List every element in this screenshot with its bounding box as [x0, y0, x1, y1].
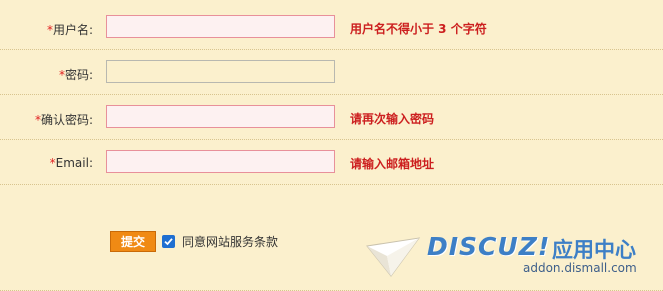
brand-name: DISCUZ! [427, 232, 551, 261]
brand-url: addon.dismall.com [523, 261, 637, 275]
email-row: *Email: 请输入邮箱地址 [0, 141, 663, 185]
agree-terms[interactable]: 同意网站服务条款 [162, 231, 278, 252]
confirm-password-label: *确认密码: [35, 111, 93, 128]
confirm-password-error: 请再次输入密码 [350, 112, 435, 126]
brand-cn-name: 应用中心 [552, 238, 636, 262]
checkmark-icon [164, 238, 173, 246]
email-error: 请输入邮箱地址 [350, 157, 435, 171]
email-label-text: Email: [55, 156, 93, 170]
paper-plane-icon [366, 237, 421, 277]
confirm-password-input[interactable] [106, 105, 335, 128]
username-label: *用户名: [47, 21, 93, 38]
username-input[interactable] [106, 15, 335, 38]
agree-terms-label: 同意网站服务条款 [182, 235, 279, 249]
password-row: *密码: [0, 51, 663, 95]
confirm-password-row: *确认密码: 请再次输入密码 [0, 96, 663, 140]
email-input[interactable] [106, 150, 335, 173]
confirm-password-label-text: 确认密码: [40, 113, 93, 127]
password-label: *密码: [59, 66, 93, 83]
discuz-watermark-logo: DISCUZ! 应用中心 addon.dismall.com [365, 228, 660, 288]
agree-checkbox[interactable] [162, 235, 175, 248]
username-error: 用户名不得小于 3 个字符 [350, 22, 487, 36]
username-row: *用户名: 用户名不得小于 3 个字符 [0, 6, 663, 50]
password-input[interactable] [106, 60, 335, 83]
email-label: *Email: [50, 156, 93, 170]
username-label-text: 用户名: [52, 23, 93, 37]
submit-button[interactable]: 提交 [110, 231, 156, 252]
password-label-text: 密码: [64, 68, 93, 82]
